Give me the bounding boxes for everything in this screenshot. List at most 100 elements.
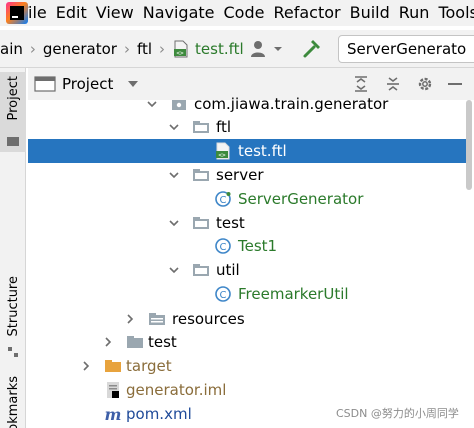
java-class-icon: C (215, 286, 231, 302)
maven-icon: m (105, 405, 122, 423)
project-folder-icon (7, 137, 19, 146)
folder-icon (193, 216, 209, 229)
panel-title[interactable]: Project (62, 75, 113, 93)
excluded-folder-icon (105, 360, 121, 373)
tree-label-test-ftl: test.ftl (238, 142, 287, 161)
svg-text:m: m (105, 405, 122, 423)
svg-text:<>: <> (218, 152, 226, 159)
menu-refactor[interactable]: Refactor (273, 0, 340, 26)
java-class-icon: C (215, 238, 231, 255)
breadcrumb-separator-icon: › (123, 39, 130, 58)
tree-label-test1: Test1 (238, 237, 278, 256)
menu-view[interactable]: View (96, 0, 134, 26)
menu-edit[interactable]: Edit (56, 0, 87, 26)
breadcrumb-separator-icon: › (29, 39, 36, 58)
navigation-bar: ain › generator › ftl › <> test.ftl Serv… (0, 30, 474, 68)
package-icon (172, 99, 186, 110)
structure-tab-label: Structure (5, 276, 21, 337)
tree-label-server-generator: ServerGenerator (238, 189, 364, 208)
breadcrumb-generator[interactable]: generator (43, 40, 117, 58)
collapsed-arrow-icon[interactable] (124, 313, 136, 325)
project-view-icon (34, 76, 56, 92)
tree-label-ftl: ftl (216, 118, 232, 137)
chevron-down-icon[interactable] (273, 44, 283, 54)
gear-icon[interactable] (416, 75, 434, 93)
svg-text:C: C (220, 195, 227, 206)
tree-row-test1[interactable]: C Test1 (28, 235, 468, 259)
tree-label-util: util (216, 261, 240, 280)
tree-row-test-package[interactable]: test (28, 211, 468, 235)
tree-row-server-generator[interactable]: C ServerGenerator (28, 187, 468, 211)
build-hammer-icon[interactable] (301, 38, 323, 60)
breadcrumb-module-label: ain (0, 39, 23, 58)
tree-label-server: server (216, 166, 264, 185)
breadcrumb-file-label: test.ftl (195, 39, 244, 58)
tree-label-target: target (126, 357, 172, 376)
svg-text:<>: <> (176, 50, 184, 57)
tree-row-resources[interactable]: resources (28, 307, 468, 331)
tree-label-resources: resources (172, 309, 245, 328)
breadcrumb-generator-label: generator (42, 39, 117, 58)
user-icon[interactable] (250, 39, 270, 59)
structure-icon (8, 347, 18, 357)
expanded-arrow-icon[interactable] (168, 121, 180, 133)
tree-row-target[interactable]: target (28, 354, 468, 378)
breadcrumb-file[interactable]: <> test.ftl (172, 40, 244, 58)
svg-text:C: C (220, 290, 227, 301)
chevron-down-icon[interactable] (127, 79, 139, 89)
menu-bar: File Edit View Navigate Code Refactor Bu… (0, 0, 474, 26)
hide-panel-icon[interactable] (448, 82, 462, 86)
svg-text:C: C (220, 242, 227, 253)
collapsed-arrow-icon[interactable] (102, 336, 114, 348)
structure-tool-tab[interactable]: Structure (0, 274, 26, 360)
collapse-all-icon[interactable] (384, 75, 402, 93)
project-tree: com.jiawa.train.generator ftl <> test.ft… (28, 94, 468, 428)
expanded-arrow-icon[interactable] (168, 169, 180, 181)
expand-all-icon[interactable] (352, 75, 370, 93)
tree-scrollbar[interactable] (466, 100, 472, 190)
project-tool-tab[interactable]: Project (0, 72, 26, 152)
bookmarks-tool-tab[interactable]: okmarks (0, 372, 26, 428)
tree-row-test-ftl[interactable]: <> test.ftl (28, 139, 468, 164)
project-tab-label: Project (5, 76, 21, 121)
breadcrumb-module[interactable]: ain (0, 40, 23, 58)
java-class-icon: C (215, 191, 231, 207)
tree-row-server[interactable]: server (28, 163, 468, 187)
tree-label-freemarker-util: FreemarkerUtil (238, 285, 349, 304)
left-tool-stripe: Project Structure okmarks (0, 68, 26, 428)
breadcrumb-ftl[interactable]: ftl (137, 40, 152, 58)
tree-row-generator-iml[interactable]: generator.iml (28, 378, 468, 402)
tree-row-ftl[interactable]: ftl (28, 116, 468, 140)
menu-build[interactable]: Build (350, 0, 390, 26)
expanded-arrow-icon[interactable] (146, 98, 158, 110)
folder-icon (193, 264, 209, 277)
tree-row-freemarker-util[interactable]: C FreemarkerUtil (28, 282, 468, 306)
csdn-watermark: CSDN @努力的小周同学 (336, 407, 459, 420)
menu-navigate[interactable]: Navigate (143, 0, 215, 26)
run-configuration-label: ServerGenerato (347, 40, 467, 58)
nav-toolbar (250, 30, 323, 68)
expanded-arrow-icon[interactable] (168, 217, 180, 229)
collapsed-arrow-icon[interactable] (80, 360, 92, 372)
folder-icon (127, 336, 143, 349)
tree-label-package: com.jiawa.train.generator (194, 94, 389, 113)
tree-label-test-dir: test (148, 333, 177, 352)
menu-code[interactable]: Code (224, 0, 265, 26)
tree-label-pom-xml: pom.xml (126, 404, 192, 423)
run-configuration-selector[interactable]: ServerGenerato (338, 35, 474, 63)
expanded-arrow-icon[interactable] (168, 264, 180, 276)
folder-icon (193, 121, 209, 134)
tree-row-util[interactable]: util (28, 258, 468, 282)
tree-row-test-dir[interactable]: test (28, 330, 468, 354)
bookmarks-tab-label: okmarks (5, 376, 21, 428)
breadcrumb-separator-icon: › (159, 39, 166, 58)
menu-run[interactable]: Run (399, 0, 430, 26)
menu-tools[interactable]: Tools (438, 0, 474, 26)
iml-file-icon (107, 381, 119, 398)
ftl-file-icon: <> (174, 40, 188, 57)
tree-row-package[interactable]: com.jiawa.train.generator (28, 94, 468, 116)
folder-icon (193, 169, 209, 182)
tree-label-generator-iml: generator.iml (126, 380, 227, 399)
ftl-file-icon: <> (216, 142, 230, 160)
tree-label-test-package: test (216, 213, 245, 232)
